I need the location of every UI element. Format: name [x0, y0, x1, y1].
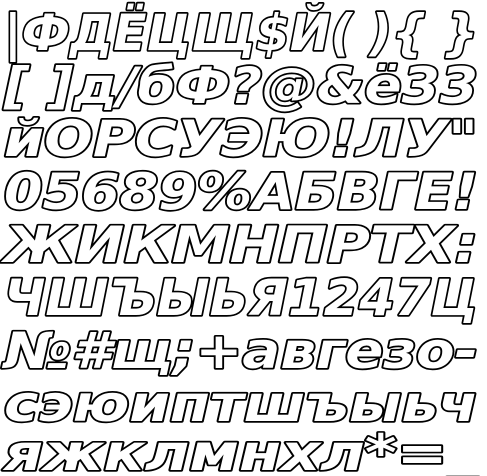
glyph-specimen-sheet: |ФДЁЦЩ$Й( ){ } [ ]д/бФ?@&ё33 йОРСУЭЮ!ЛУ"… — [0, 0, 487, 476]
glyph-row-4: 05689%АБВГЕ! — [4, 163, 478, 221]
glyph-row-3: йОРСУЭЮ!ЛУ" — [4, 110, 478, 168]
glyph-row-2: [ ]д/бФ?@&ё33 — [3, 57, 478, 115]
glyph-row-9: яжклмнхл*=_ — [2, 424, 480, 476]
glyph-row-7: №#щ;+авгезо- — [2, 322, 478, 380]
glyph-row-1: |ФДЁЦЩ$Й( ){ } — [4, 3, 478, 62]
glyph-row-6: ЧШЪЫЬЯ1247Ц — [4, 269, 478, 327]
glyph-row-5: ЖИКМНПРТХ: — [1, 216, 478, 274]
